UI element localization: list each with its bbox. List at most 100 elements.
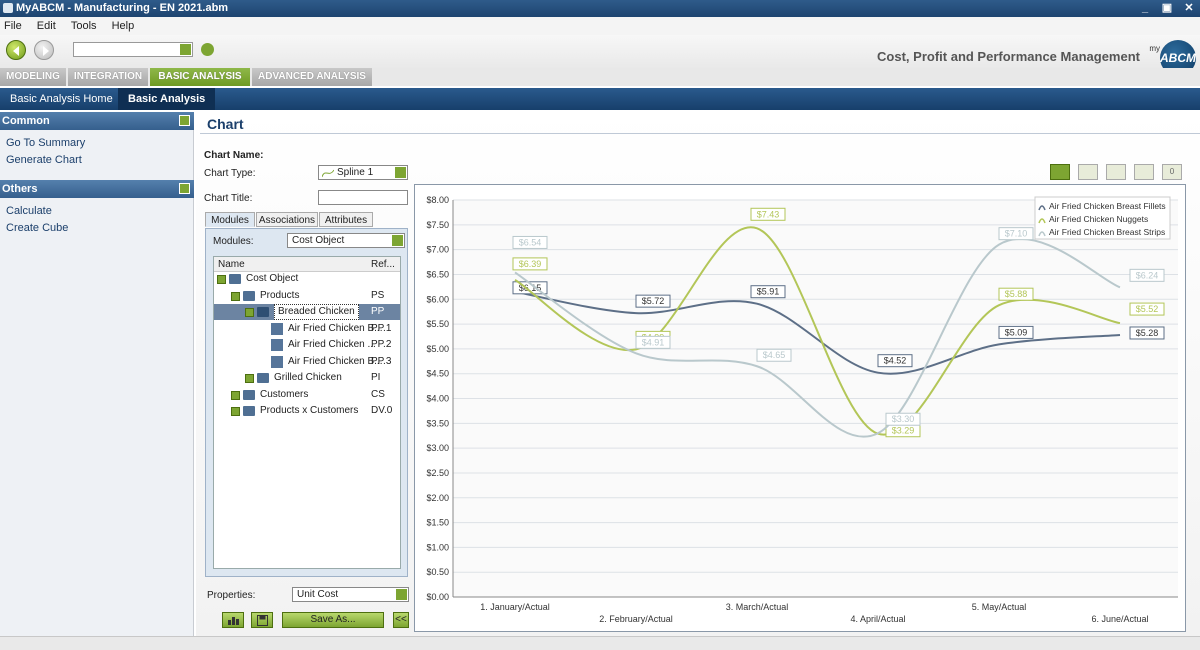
tree-item-name: Breaded Chicken — [274, 304, 359, 320]
collapse-panel-button[interactable]: << — [393, 612, 409, 628]
tree-row[interactable]: Air Fried Chicken B... PP.1 — [214, 321, 400, 337]
tab-advanced-analysis[interactable]: ADVANCED ANALYSIS — [252, 68, 372, 86]
data-label: $5.28 — [1136, 328, 1159, 338]
navigation-combo[interactable] — [73, 42, 193, 57]
x-tick-label: 4. April/Actual — [850, 614, 905, 624]
chevron-down-icon — [395, 167, 406, 178]
go-button[interactable] — [201, 43, 214, 56]
y-tick-label: $2.50 — [426, 468, 449, 478]
chart-wizard-button[interactable] — [222, 612, 244, 628]
tree-item-name: Products x Customers — [260, 405, 359, 416]
subnav-basic-analysis-home[interactable]: Basic Analysis Home — [0, 88, 123, 110]
menu-file[interactable]: File — [4, 20, 22, 32]
chevron-down-icon — [392, 235, 403, 246]
legend-label: Air Fried Chicken Breast Fillets — [1049, 201, 1166, 211]
subnav-basic-analysis[interactable]: Basic Analysis — [118, 88, 216, 110]
tab-integration[interactable]: INTEGRATION — [68, 68, 148, 86]
tree-row[interactable]: Air Fried Chicken ... PP.2 — [214, 337, 400, 353]
tree-header-name[interactable]: Name — [218, 257, 245, 272]
collapse-icon[interactable] — [179, 115, 190, 126]
properties-value: Unit Cost — [297, 589, 339, 600]
chart-type-select[interactable]: Spline 1 — [318, 165, 408, 180]
sidebar-link-go-to-summary[interactable]: Go To Summary — [6, 137, 85, 149]
tree-item-ref: PP.3 — [371, 356, 392, 367]
sort-button[interactable] — [1106, 164, 1126, 180]
collapse-icon[interactable] — [245, 308, 254, 317]
expand-icon[interactable] — [231, 391, 240, 400]
tree-item-ref: PS — [371, 290, 385, 301]
tree-item-name: Cost Object — [246, 273, 299, 284]
menu-edit[interactable]: Edit — [37, 20, 56, 32]
menu-tools[interactable]: Tools — [71, 20, 97, 32]
tree-item-ref: PP — [371, 306, 385, 317]
y-tick-label: $4.00 — [426, 394, 449, 404]
y-tick-label: $1.50 — [426, 518, 449, 528]
status-bar — [0, 636, 1200, 650]
data-label: $6.39 — [519, 259, 542, 269]
tab-modeling[interactable]: MODELING — [0, 68, 66, 86]
expand-icon[interactable] — [245, 374, 254, 383]
tree-item-ref: DV.0 — [371, 405, 393, 416]
app-icon — [3, 3, 13, 13]
y-tick-label: $1.00 — [426, 542, 449, 552]
folder-icon — [229, 274, 241, 284]
page-title: Chart — [207, 116, 244, 132]
data-label: $5.09 — [1005, 327, 1028, 337]
cube-icon — [271, 356, 283, 368]
zero-button[interactable]: 0 — [1162, 164, 1182, 180]
tree-row-selected[interactable]: Breaded Chicken PP — [214, 304, 400, 320]
subtab-modules[interactable]: Modules — [205, 212, 255, 227]
menu-help[interactable]: Help — [112, 20, 135, 32]
sidebar-section-common[interactable]: Common — [0, 112, 194, 130]
x-tick-label: 5. May/Actual — [972, 602, 1027, 612]
maximize-button[interactable]: ▣ — [1156, 0, 1178, 17]
cube-icon — [271, 339, 283, 351]
chart-edit-button[interactable] — [1078, 164, 1098, 180]
tree-row[interactable]: Customers CS — [214, 387, 400, 403]
sidebar-link-calculate[interactable]: Calculate — [6, 205, 52, 217]
tree-header-ref[interactable]: Ref... — [371, 257, 395, 272]
chart-view-button[interactable] — [1050, 164, 1070, 180]
y-tick-label: $4.50 — [426, 369, 449, 379]
modules-select[interactable]: Cost Object — [287, 233, 405, 248]
tab-basic-analysis[interactable]: BASIC ANALYSIS — [150, 68, 250, 86]
minimize-button[interactable]: _ — [1134, 0, 1156, 17]
data-label: $3.30 — [892, 414, 915, 424]
sidebar-section-others[interactable]: Others — [0, 180, 194, 198]
data-label: $5.91 — [757, 287, 780, 297]
expand-icon[interactable] — [231, 407, 240, 416]
collapse-icon[interactable] — [179, 183, 190, 194]
sidebar-link-generate-chart[interactable]: Generate Chart — [6, 154, 82, 166]
tagline: Cost, Profit and Performance Management — [877, 49, 1140, 64]
save-as-button[interactable]: Save As... — [282, 612, 384, 628]
menu-bar: File Edit Tools Help — [0, 17, 1200, 35]
tree-row[interactable]: Air Fried Chicken B... PP.3 — [214, 354, 400, 370]
tree-item-ref: PI — [371, 372, 381, 383]
chart-type-value: Spline 1 — [337, 167, 374, 178]
tree-row[interactable]: Cost Object — [214, 271, 400, 287]
data-labels-button[interactable] — [1134, 164, 1154, 180]
folder-icon — [243, 390, 255, 400]
line-chart[interactable]: $0.00 $0.50 $1.00 $1.50 $2.00 $2.50 $3.00 $3.50… — [415, 185, 1185, 631]
subtab-associations[interactable]: Associations — [256, 212, 318, 227]
data-label: $7.10 — [1005, 229, 1028, 239]
modules-label: Modules: — [213, 236, 254, 247]
collapse-icon[interactable] — [217, 275, 226, 284]
tree-item-name: Air Fried Chicken ... — [288, 339, 376, 350]
tree-row[interactable]: Grilled Chicken PI — [214, 370, 400, 386]
tree-item-ref: CS — [371, 389, 385, 400]
back-button[interactable] — [6, 40, 26, 60]
spline-chart-icon — [322, 169, 334, 178]
save-button[interactable] — [251, 612, 273, 628]
subtab-attributes[interactable]: Attributes — [319, 212, 373, 227]
tree-row[interactable]: Products x Customers DV.0 — [214, 403, 400, 419]
collapse-icon[interactable] — [231, 292, 240, 301]
x-tick-label: 6. June/Actual — [1091, 614, 1148, 624]
tree-item-name: Air Fried Chicken B... — [288, 356, 383, 367]
close-button[interactable]: ✕ — [1178, 0, 1200, 17]
properties-select[interactable]: Unit Cost — [292, 587, 409, 602]
forward-button[interactable] — [34, 40, 54, 60]
sidebar-link-create-cube[interactable]: Create Cube — [6, 222, 68, 234]
chart-title-input[interactable] — [318, 190, 408, 205]
tree-row[interactable]: Products PS — [214, 288, 400, 304]
